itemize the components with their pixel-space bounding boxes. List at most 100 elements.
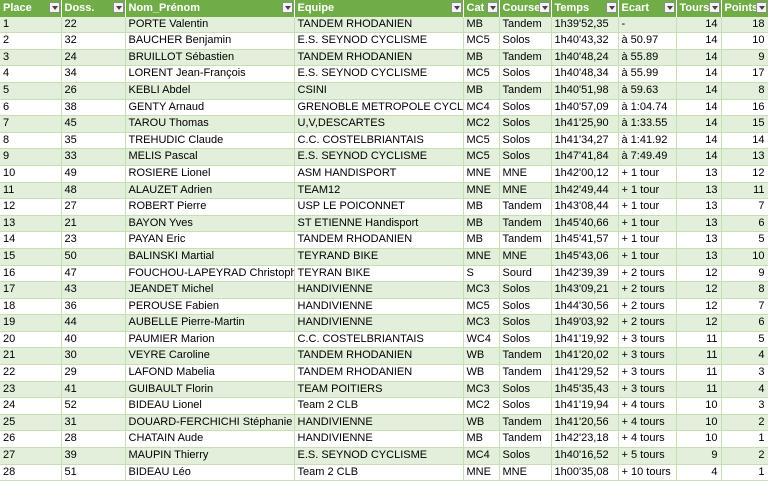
cell-dossard[interactable]: 32 (61, 32, 126, 50)
cell-nom-prenom[interactable]: LAFOND Mabelia (125, 364, 295, 382)
cell-cat[interactable]: MB (463, 198, 500, 216)
cell-tours[interactable]: 13 (676, 215, 722, 233)
cell-cat[interactable]: MC5 (463, 32, 500, 50)
cell-points[interactable]: 1 (721, 430, 768, 449)
cell-dossard[interactable]: 43 (61, 281, 126, 299)
cell-points[interactable]: 9 (721, 265, 768, 283)
cell-cat[interactable]: MB (463, 231, 500, 249)
cell-dossard[interactable]: 27 (61, 198, 126, 216)
cell-ecart[interactable]: à 1:04.74 (618, 99, 677, 117)
cell-cat[interactable]: MNE (463, 464, 500, 481)
cell-course[interactable]: Tandem (499, 414, 552, 432)
cell-course[interactable]: Solos (499, 132, 552, 150)
cell-temps[interactable]: 1h00'35,08 (551, 464, 619, 481)
filter-dropdown-icon[interactable] (708, 2, 720, 13)
cell-dossard[interactable]: 49 (61, 165, 126, 183)
cell-points[interactable]: 5 (721, 231, 768, 249)
cell-ecart[interactable]: + 1 tour (618, 182, 677, 200)
cell-course[interactable]: Tandem (499, 49, 552, 67)
cell-equipe[interactable]: TEAM12 (294, 182, 464, 200)
cell-equipe[interactable]: USP LE POICONNET (294, 198, 464, 216)
cell-cat[interactable]: MC5 (463, 132, 500, 150)
cell-course[interactable]: MNE (499, 248, 552, 266)
cell-tours[interactable]: 14 (676, 65, 722, 83)
cell-equipe[interactable]: TEYRAND BIKE (294, 248, 464, 266)
cell-course[interactable]: Tandem (499, 215, 552, 233)
cell-points[interactable]: 10 (721, 248, 768, 266)
cell-points[interactable]: 4 (721, 347, 768, 366)
cell-ecart[interactable]: à 59.63 (618, 82, 677, 100)
cell-place[interactable]: 20 (0, 331, 62, 349)
cell-temps[interactable]: 1h41'25,90 (551, 115, 619, 133)
cell-temps[interactable]: 1h40'48,34 (551, 65, 619, 83)
cell-nom-prenom[interactable]: TAROU Thomas (125, 115, 295, 133)
cell-tours[interactable]: 13 (676, 231, 722, 249)
cell-equipe[interactable]: E.S. SEYNOD CYCLISME (294, 65, 464, 83)
cell-place[interactable]: 23 (0, 381, 62, 399)
cell-tours[interactable]: 9 (676, 447, 722, 465)
cell-dossard[interactable]: 50 (61, 248, 126, 266)
cell-course[interactable]: Solos (499, 281, 552, 299)
cell-equipe[interactable]: ASM HANDISPORT (294, 165, 464, 183)
cell-tours[interactable]: 14 (676, 49, 722, 67)
cell-cat[interactable]: MB (463, 82, 500, 100)
filter-dropdown-icon[interactable] (281, 2, 293, 13)
cell-ecart[interactable]: + 4 tours (618, 430, 677, 449)
cell-temps[interactable]: 1h40'48,24 (551, 49, 619, 67)
cell-temps[interactable]: 1h47'41,84 (551, 148, 619, 166)
cell-nom-prenom[interactable]: JEANDET Michel (125, 281, 295, 299)
cell-equipe[interactable]: TEYRAN BIKE (294, 265, 464, 283)
cell-points[interactable]: 1 (721, 464, 768, 481)
cell-course[interactable]: Solos (499, 447, 552, 465)
cell-dossard[interactable]: 48 (61, 182, 126, 200)
cell-cat[interactable]: S (463, 265, 500, 283)
cell-points[interactable]: 3 (721, 364, 768, 382)
cell-dossard[interactable]: 21 (61, 215, 126, 233)
cell-temps[interactable]: 1h40'51,98 (551, 82, 619, 100)
cell-tours[interactable]: 10 (676, 414, 722, 432)
cell-place[interactable]: 26 (0, 430, 62, 449)
cell-nom-prenom[interactable]: VEYRE Caroline (125, 347, 295, 366)
cell-nom-prenom[interactable]: PAYAN Eric (125, 231, 295, 249)
cell-equipe[interactable]: TANDEM RHODANIEN (294, 364, 464, 382)
cell-course[interactable]: Solos (499, 397, 552, 415)
cell-ecart[interactable]: + 1 tour (618, 198, 677, 216)
cell-dossard[interactable]: 26 (61, 82, 126, 100)
cell-tours[interactable]: 11 (676, 381, 722, 399)
cell-ecart[interactable]: + 3 tours (618, 331, 677, 349)
cell-course[interactable]: Tandem (499, 364, 552, 382)
cell-temps[interactable]: 1h42'00,12 (551, 165, 619, 183)
cell-course[interactable]: Solos (499, 381, 552, 399)
cell-points[interactable]: 10 (721, 32, 768, 50)
cell-points[interactable]: 2 (721, 447, 768, 465)
cell-cat[interactable]: MB (463, 49, 500, 67)
cell-course[interactable]: MNE (499, 182, 552, 200)
cell-equipe[interactable]: HANDIVIENNE (294, 430, 464, 449)
cell-equipe[interactable]: E.S. SEYNOD CYCLISME (294, 148, 464, 166)
cell-tours[interactable]: 14 (676, 16, 722, 34)
cell-equipe[interactable]: GRENOBLE METROPOLE CYCLISM (294, 99, 464, 117)
cell-nom-prenom[interactable]: BAYON Yves (125, 215, 295, 233)
cell-dossard[interactable]: 23 (61, 231, 126, 249)
filter-dropdown-icon[interactable] (663, 2, 675, 13)
cell-points[interactable]: 12 (721, 165, 768, 183)
cell-tours[interactable]: 13 (676, 248, 722, 266)
cell-cat[interactable]: WB (463, 347, 500, 366)
cell-temps[interactable]: 1h41'34,27 (551, 132, 619, 150)
cell-ecart[interactable]: + 4 tours (618, 414, 677, 432)
cell-tours[interactable]: 11 (676, 364, 722, 382)
cell-cat[interactable]: MNE (463, 248, 500, 266)
cell-ecart[interactable]: + 4 tours (618, 397, 677, 415)
cell-temps[interactable]: 1h40'43,32 (551, 32, 619, 50)
cell-nom-prenom[interactable]: ROSIERE Lionel (125, 165, 295, 183)
cell-temps[interactable]: 1h45'35,43 (551, 381, 619, 399)
cell-points[interactable]: 18 (721, 16, 768, 34)
cell-nom-prenom[interactable]: GENTY Arnaud (125, 99, 295, 117)
cell-course[interactable]: Tandem (499, 16, 552, 34)
cell-tours[interactable]: 11 (676, 347, 722, 366)
cell-nom-prenom[interactable]: PEROUSE Fabien (125, 298, 295, 316)
cell-cat[interactable]: MC3 (463, 381, 500, 399)
cell-cat[interactable]: MC4 (463, 447, 500, 465)
cell-nom-prenom[interactable]: ALAUZET Adrien (125, 182, 295, 200)
cell-equipe[interactable]: TANDEM RHODANIEN (294, 231, 464, 249)
